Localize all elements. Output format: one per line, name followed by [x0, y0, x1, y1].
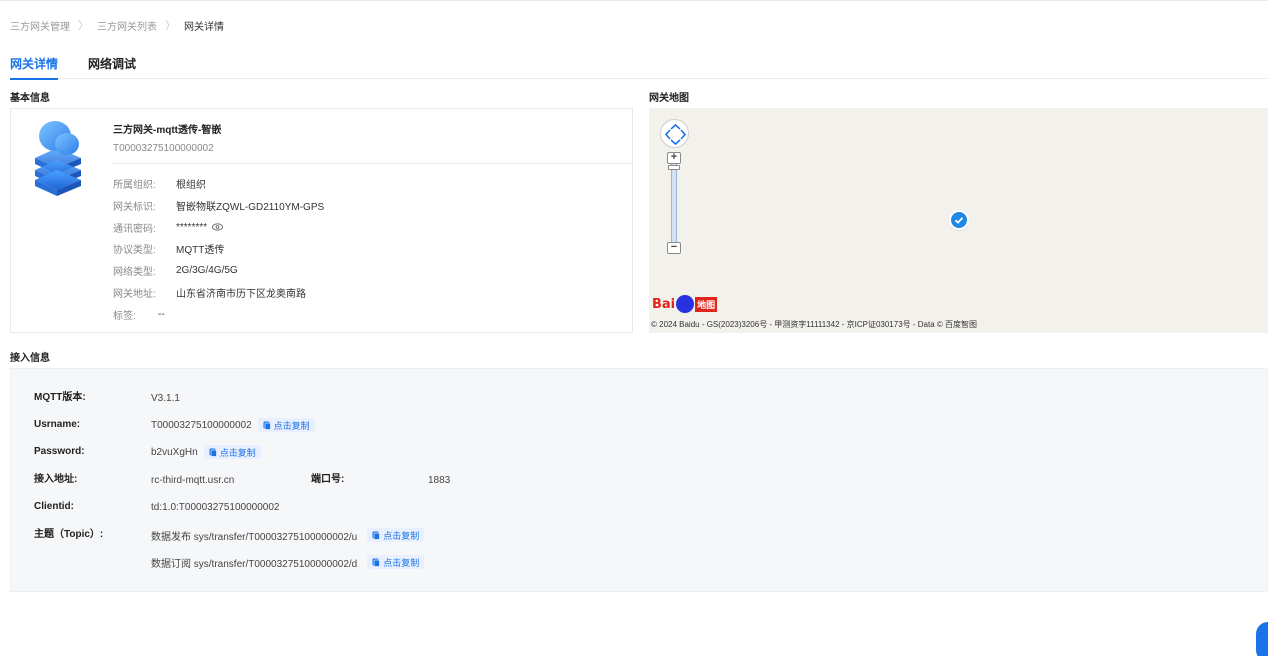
topic-subscribe-value: 数据订阅 sys/transfer/T00003275100000002/d: [151, 558, 358, 570]
copy-icon: [209, 448, 217, 457]
username-row: T00003275100000002 点击复制: [151, 417, 315, 433]
tab-gateway-details[interactable]: 网关详情: [10, 55, 59, 80]
password-row: b2vuXgHn 点击复制: [151, 444, 261, 460]
gateway-location-marker[interactable]: [951, 212, 967, 228]
zoom-slider-track[interactable]: [671, 160, 677, 246]
info-label: 网关标识:: [113, 201, 156, 213]
info-value: 根组织: [176, 179, 206, 191]
mqtt-version-value: V3.1.1: [151, 392, 180, 404]
gateway-stack-icon: [35, 121, 81, 196]
mqtt-version-row: V3.1.1: [151, 390, 180, 406]
copy-subscribe-topic-button[interactable]: 点击复制: [367, 555, 425, 569]
clientid-value: td:1.0:T00003275100000002: [151, 501, 280, 513]
username-label: Usrname:: [34, 419, 81, 430]
tab-bar: 网关详情 网络调试: [10, 55, 1268, 80]
info-label: 协议类型:: [113, 244, 156, 256]
gateway-map-title: 网关地图: [649, 93, 689, 104]
username-value: T00003275100000002: [151, 419, 252, 431]
copy-label: 点击复制: [383, 557, 420, 568]
gateway-map[interactable]: + − Bai 地图 © 2024 Baidu - GS(2023)3206号 …: [649, 108, 1268, 333]
access-info-title: 接入信息: [10, 353, 50, 364]
mqtt-version-label: MQTT版本:: [34, 392, 86, 403]
baidu-paw-icon: [676, 295, 695, 313]
breadcrumb-item-gateway-management[interactable]: 三方网关管理: [10, 18, 70, 33]
topic-publish-row: 数据发布 sys/transfer/T00003275100000002/u 点…: [151, 527, 425, 543]
copy-label: 点击复制: [219, 447, 256, 458]
breadcrumb: 三方网关管理 〉 三方网关列表 〉 网关详情: [10, 18, 224, 33]
copy-username-button[interactable]: 点击复制: [257, 418, 315, 432]
map-pan-control[interactable]: [660, 119, 689, 148]
basic-info-title: 基本信息: [10, 93, 50, 104]
access-address-label: 接入地址:: [34, 474, 78, 485]
copy-icon: [372, 531, 381, 540]
info-value: ********: [176, 221, 208, 233]
copy-icon: [372, 558, 381, 567]
breadcrumb-separator: 〉: [78, 20, 89, 32]
password-label: Password:: [34, 446, 85, 457]
gateway-id: T00003275100000002: [113, 143, 214, 154]
copy-icon: [263, 421, 271, 430]
access-address-value: rc-third-mqtt.usr.cn: [151, 474, 235, 486]
card-divider: [113, 163, 633, 164]
breadcrumb-item-current: 网关详情: [184, 21, 224, 33]
info-row-address: 网关地址: 山东省济南市历下区龙奥南路: [113, 285, 306, 300]
floating-help-button[interactable]: [1256, 622, 1268, 656]
port-label: 端口号:: [311, 474, 345, 485]
map-copyright: © 2024 Baidu - GS(2023)3206号 - 甲测资字11111…: [651, 320, 978, 329]
zoom-out-button[interactable]: −: [667, 242, 681, 254]
pan-arrows-icon: [664, 123, 687, 146]
info-label: 所属组织:: [113, 179, 156, 191]
eye-icon[interactable]: [212, 223, 224, 231]
info-label: 通讯密码:: [113, 223, 156, 235]
info-label: 网络类型:: [113, 266, 156, 278]
info-label: 网关地址:: [113, 288, 156, 300]
zoom-slider-handle[interactable]: [668, 165, 680, 170]
copy-label: 点击复制: [383, 530, 420, 541]
baidu-map-logo: Bai 地图: [652, 294, 718, 314]
top-divider: [0, 0, 1268, 1]
baidu-logo-suffix: 地图: [695, 296, 718, 312]
info-label: 标签:: [113, 310, 136, 322]
copy-password-button[interactable]: 点击复制: [203, 445, 261, 459]
baidu-logo-text: Bai: [652, 296, 676, 312]
port-row: 1883: [428, 472, 450, 488]
info-row-protocol: 协议类型: MQTT透传: [113, 241, 225, 256]
topic-label: 主题（Topic）:: [34, 529, 104, 540]
basic-info-card: 三方网关-mqtt透传-智嵌 T00003275100000002 所属组织: …: [10, 108, 633, 333]
info-value: 山东省济南市历下区龙奥南路: [176, 288, 306, 300]
info-row-organization: 所属组织: 根组织: [113, 176, 206, 191]
gateway-name: 三方网关-mqtt透传-智嵌: [113, 125, 222, 136]
info-row-password: 通讯密码: ********: [113, 220, 224, 235]
breadcrumb-separator: 〉: [165, 20, 176, 32]
tab-network-debug[interactable]: 网络调试: [88, 55, 136, 79]
breadcrumb-item-gateway-list[interactable]: 三方网关列表: [97, 18, 157, 33]
clientid-row: td:1.0:T00003275100000002: [151, 499, 279, 515]
access-info-card: MQTT版本: V3.1.1 Usrname: T000032751000000…: [10, 368, 1268, 592]
access-address-row: rc-third-mqtt.usr.cn: [151, 472, 234, 488]
zoom-in-button[interactable]: +: [667, 152, 681, 164]
info-row-tags: 标签: --: [113, 307, 165, 322]
clientid-label: Clientid:: [34, 501, 74, 512]
port-value: 1883: [428, 474, 451, 486]
info-value: 2G/3G/4G/5G: [176, 264, 238, 276]
check-icon: [954, 217, 964, 224]
info-value: --: [158, 308, 165, 320]
topic-publish-value: 数据发布 sys/transfer/T00003275100000002/u: [151, 531, 358, 543]
copy-publish-topic-button[interactable]: 点击复制: [367, 528, 425, 542]
copy-label: 点击复制: [273, 420, 310, 431]
password-value: b2vuXgHn: [151, 446, 198, 458]
info-value: 智嵌物联ZQWL-GD2110YM-GPS: [176, 201, 325, 213]
info-row-gateway-identifier: 网关标识: 智嵌物联ZQWL-GD2110YM-GPS: [113, 198, 325, 213]
info-row-network-type: 网络类型: 2G/3G/4G/5G: [113, 263, 238, 278]
info-value: MQTT透传: [176, 244, 225, 256]
topic-subscribe-row: 数据订阅 sys/transfer/T00003275100000002/d 点…: [151, 554, 425, 570]
